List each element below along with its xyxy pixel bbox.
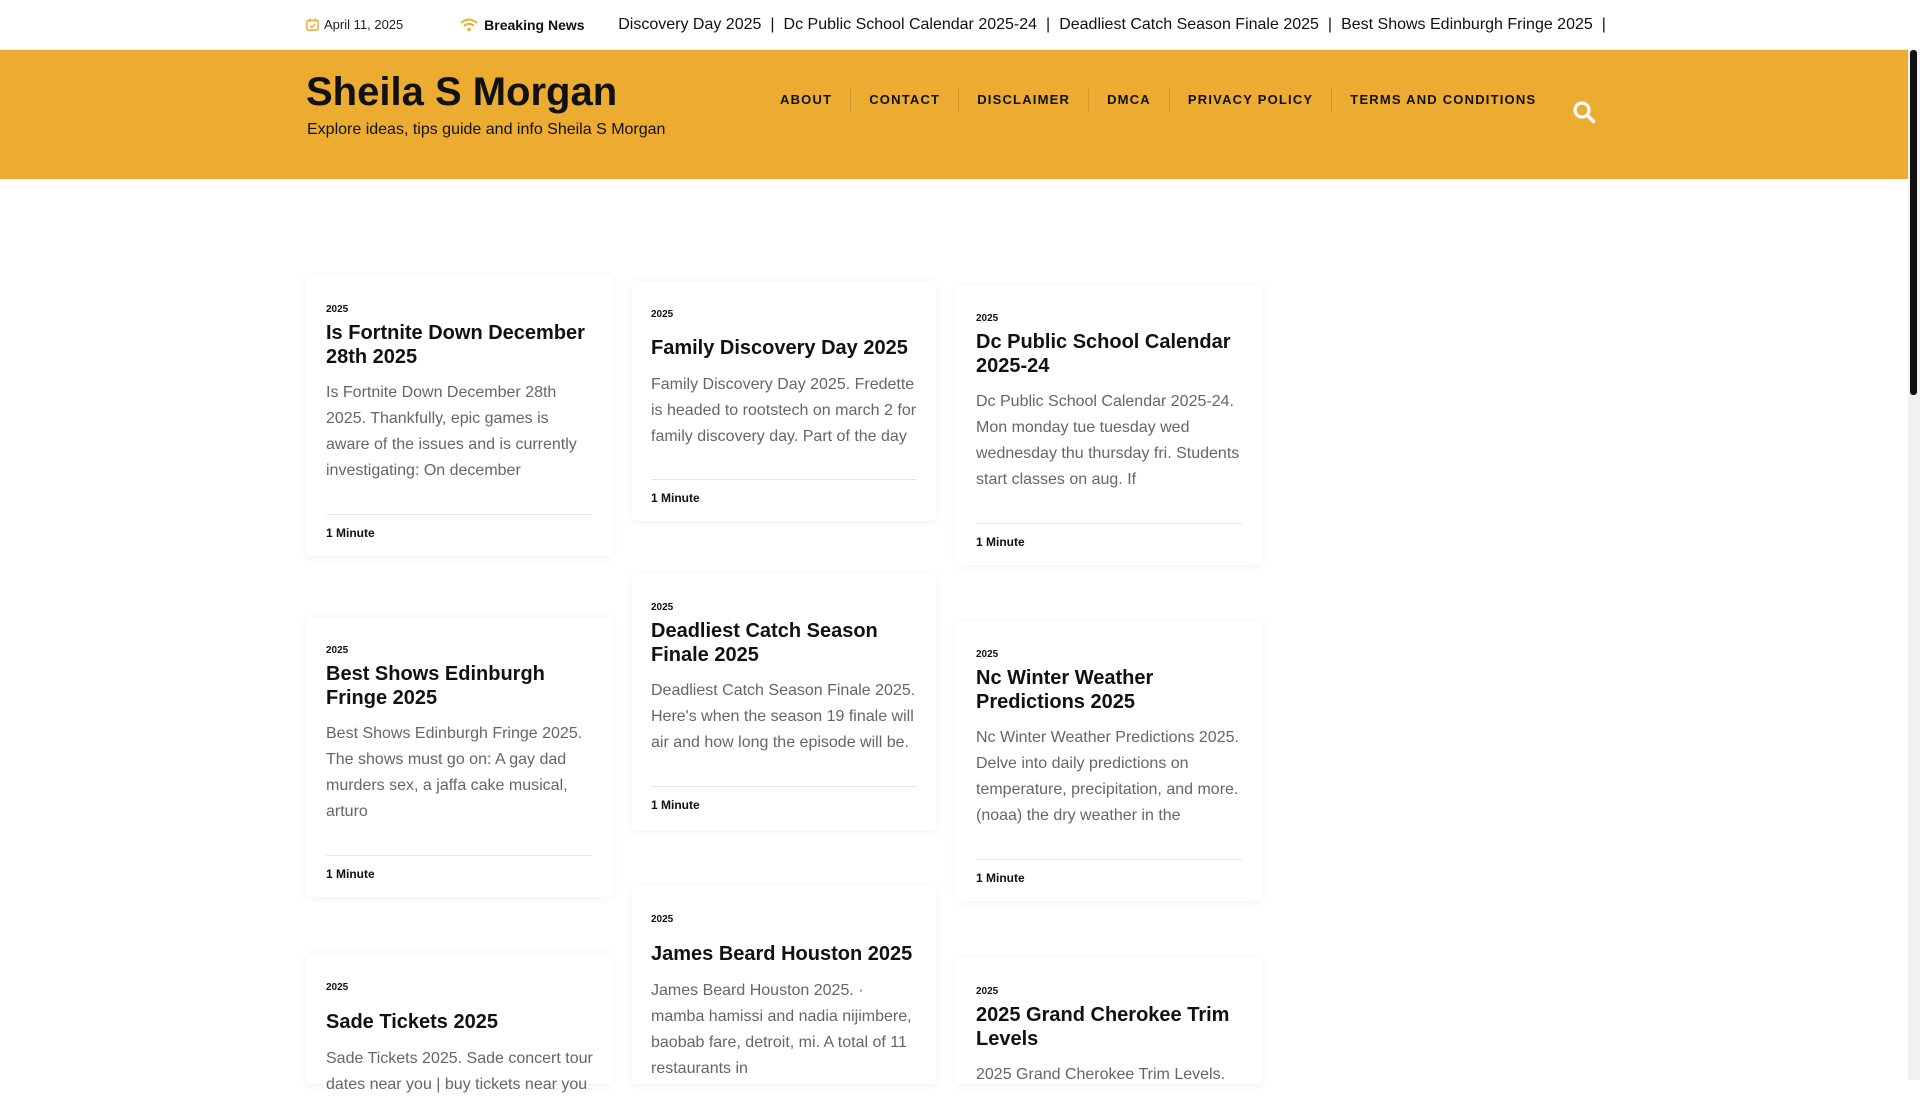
breaking-news-text: Breaking News (484, 16, 585, 33)
calendar-icon (306, 18, 319, 31)
post-title[interactable]: Sade Tickets 2025 (326, 1010, 596, 1034)
card-divider (976, 859, 1242, 860)
ticker-item[interactable]: Dc Public School Calendar 2025-24 (784, 16, 1037, 34)
post-category[interactable]: 2025 (326, 982, 348, 993)
main-nav: ABOUT CONTACT DISCLAIMER DMCA PRIVACY PO… (762, 88, 1554, 112)
site-header: Sheila S Morgan Explore ideas, tips guid… (0, 50, 1908, 179)
ticker-separator: | (770, 15, 775, 33)
post-excerpt: Family Discovery Day 2025. Fredette is h… (651, 376, 917, 445)
ticker-separator: | (1601, 15, 1606, 33)
post-card[interactable]: 2025 Best Shows Edinburgh Fringe 2025 Be… (306, 617, 612, 897)
post-card[interactable]: 2025 Family Discovery Day 2025 Family Di… (631, 281, 937, 521)
read-time: 1 Minute (326, 526, 375, 540)
post-title[interactable]: Is Fortnite Down December 28th 2025 (326, 321, 596, 369)
post-title[interactable]: Best Shows Edinburgh Fringe 2025 (326, 662, 596, 710)
post-category[interactable]: 2025 (651, 914, 673, 925)
site-title[interactable]: Sheila S Morgan (306, 70, 617, 115)
card-divider (651, 479, 917, 480)
nav-item-about[interactable]: ABOUT (762, 88, 852, 112)
ticker-separator: | (1046, 15, 1051, 33)
nav-item-terms[interactable]: TERMS AND CONDITIONS (1332, 88, 1554, 112)
post-card[interactable]: 2025 2025 Grand Cherokee Trim Levels 202… (956, 958, 1262, 1084)
post-category[interactable]: 2025 (976, 313, 998, 324)
post-category[interactable]: 2025 (976, 649, 998, 660)
post-category[interactable]: 2025 (651, 309, 673, 320)
card-divider (326, 855, 592, 856)
post-card[interactable]: 2025 James Beard Houston 2025 James Bear… (631, 886, 937, 1084)
post-title[interactable]: James Beard Houston 2025 (651, 942, 921, 966)
post-title[interactable]: Nc Winter Weather Predictions 2025 (976, 666, 1246, 714)
date-text: April 11, 2025 (324, 17, 404, 32)
nav-item-disclaimer[interactable]: DISCLAIMER (959, 88, 1090, 112)
post-card[interactable]: 2025 Is Fortnite Down December 28th 2025… (306, 276, 612, 556)
post-excerpt: Nc Winter Weather Predictions 2025. Delv… (976, 729, 1239, 824)
post-card[interactable]: 2025 Sade Tickets 2025 Sade Tickets 2025… (306, 954, 612, 1093)
breaking-news-label: Breaking News (460, 17, 618, 33)
ticker-item[interactable]: Discovery Day 2025 (618, 16, 761, 34)
post-card[interactable]: 2025 Dc Public School Calendar 2025-24 D… (956, 285, 1262, 565)
post-card[interactable]: 2025 Nc Winter Weather Predictions 2025 … (956, 621, 1262, 901)
card-divider (326, 514, 592, 515)
read-time: 1 Minute (651, 798, 700, 812)
post-title[interactable]: Dc Public School Calendar 2025-24 (976, 330, 1246, 378)
post-category[interactable]: 2025 (326, 645, 348, 656)
scrollbar[interactable] (1908, 50, 1920, 1080)
ticker-item[interactable]: Best Shows Edinburgh Fringe 2025 (1341, 16, 1593, 34)
post-excerpt: Deadliest Catch Season Finale 2025. Here… (651, 682, 916, 751)
read-time: 1 Minute (326, 867, 375, 881)
post-title[interactable]: Family Discovery Day 2025 (651, 336, 921, 360)
card-divider (651, 786, 917, 787)
post-category[interactable]: 2025 (326, 304, 348, 315)
post-excerpt: Sade Tickets 2025. Sade concert tour dat… (326, 1050, 593, 1093)
read-time: 1 Minute (976, 535, 1025, 549)
post-excerpt: Is Fortnite Down December 28th 2025. Tha… (326, 384, 577, 479)
news-ticker: Discovery Day 2025 | Dc Public School Ca… (618, 16, 1606, 34)
post-category[interactable]: 2025 (651, 602, 673, 613)
read-time: 1 Minute (651, 491, 700, 505)
wifi-icon (460, 18, 478, 31)
post-excerpt: James Beard Houston 2025. · mamba hamiss… (651, 982, 912, 1077)
ticker-separator: | (1327, 15, 1333, 33)
nav-item-contact[interactable]: CONTACT (851, 88, 960, 112)
nav-item-privacy-policy[interactable]: PRIVACY POLICY (1170, 88, 1333, 112)
post-excerpt: Dc Public School Calendar 2025-24. Mon m… (976, 393, 1240, 488)
post-title[interactable]: Deadliest Catch Season Finale 2025 (651, 619, 921, 667)
search-icon (1573, 101, 1596, 124)
ticker-item[interactable]: Deadliest Catch Season Finale 2025 (1059, 16, 1319, 34)
nav-item-dmca[interactable]: DMCA (1089, 88, 1170, 112)
read-time: 1 Minute (976, 871, 1025, 885)
post-title[interactable]: 2025 Grand Cherokee Trim Levels (976, 1003, 1246, 1051)
top-bar: April 11, 2025 Breaking News Discovery D… (0, 0, 1908, 50)
date-display: April 11, 2025 (306, 17, 454, 32)
post-category[interactable]: 2025 (976, 986, 998, 997)
post-excerpt: 2025 Grand Cherokee Trim Levels. (976, 1066, 1226, 1083)
site-tagline: Explore ideas, tips guide and info Sheil… (307, 121, 666, 138)
scrollbar-thumb[interactable] (1910, 50, 1917, 395)
post-card[interactable]: 2025 Deadliest Catch Season Finale 2025 … (631, 574, 937, 830)
post-excerpt: Best Shows Edinburgh Fringe 2025. The sh… (326, 725, 583, 820)
search-button[interactable] (1572, 100, 1596, 124)
card-divider (976, 523, 1242, 524)
